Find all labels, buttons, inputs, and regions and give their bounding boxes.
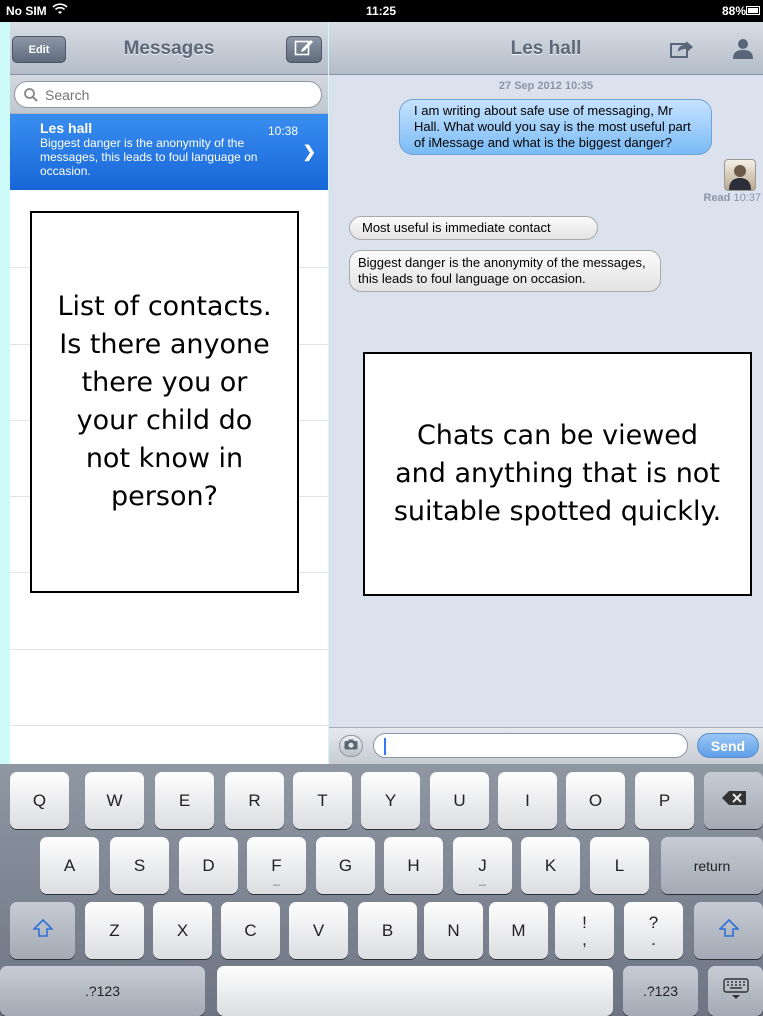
key-v[interactable]: V [289,902,348,959]
key-z[interactable]: Z [85,902,144,959]
wifi-icon [52,2,68,19]
contact-icon[interactable] [732,38,754,65]
key-t[interactable]: T [293,772,352,829]
message-incoming[interactable]: Biggest danger is the anonymity of the m… [349,250,661,292]
message-date: 27 Sep 2012 10:35 [498,80,594,92]
key-d[interactable]: D [179,837,238,894]
search-input[interactable] [43,85,297,104]
key-f[interactable]: F _ [247,837,306,894]
backspace-key[interactable] [704,772,763,829]
shift-key-left[interactable] [10,902,75,959]
on-screen-keyboard: Q W E R T Y U I O P A S D F _ G H J _ K L … [0,764,763,1016]
key-i[interactable]: I [498,772,557,829]
return-key[interactable]: return [661,837,763,894]
key-h[interactable]: H [384,837,443,894]
text-caret [384,738,386,755]
shift-icon [31,918,54,942]
message-input-bar: Send [329,727,763,764]
compose-icon [294,38,314,61]
key-p[interactable]: P [635,772,694,829]
space-key[interactable] [217,966,613,1016]
search-bar [10,75,328,114]
carrier-label: No SIM [6,4,47,18]
conversation-name: Les hall [40,120,93,136]
share-icon[interactable] [670,40,694,63]
numbers-key-right[interactable]: .?123 [623,966,698,1016]
conversation-preview: Biggest danger is the anonymity of the m… [40,136,258,178]
annotation-chats: Chats can be viewed and anything that is… [363,352,752,596]
status-bar: No SIM 11:25 88% [0,0,763,22]
numbers-key-left[interactable]: .?123 [0,966,205,1016]
key-l[interactable]: L [590,837,649,894]
row-divider [10,649,328,650]
annotation-contacts: List of contacts. Is there anyone there … [30,211,299,593]
send-button[interactable]: Send [697,733,759,758]
camera-icon [344,737,358,755]
key-n[interactable]: N [424,902,483,959]
key-w[interactable]: W [85,772,144,829]
key-j[interactable]: J _ [453,837,512,894]
key-question-period[interactable]: ?. [624,902,683,959]
chat-nav-bar: Les hall [329,22,763,75]
key-r[interactable]: R [225,772,284,829]
key-o[interactable]: O [566,772,625,829]
key-exclamation-comma[interactable]: !, [555,902,614,959]
backspace-icon [721,790,747,811]
sidebar-title: Messages [123,38,215,59]
key-m[interactable]: M [489,902,548,959]
key-k[interactable]: K [521,837,580,894]
message-input[interactable] [373,733,688,758]
key-y[interactable]: Y [361,772,420,829]
search-icon [23,87,39,103]
key-u[interactable]: U [430,772,489,829]
sidebar-nav-bar: Edit Messages [10,22,328,75]
conversation-row-selected[interactable]: Les hall 10:38 Biggest danger is the ano… [10,114,328,190]
message-incoming[interactable]: Most useful is immediate contact [349,216,598,240]
search-field[interactable] [14,81,322,108]
key-a[interactable]: A [40,837,99,894]
key-g[interactable]: G [316,837,375,894]
key-x[interactable]: X [153,902,212,959]
battery-percent: 88% [722,4,747,18]
compose-button[interactable] [286,36,322,63]
row-divider [10,725,328,726]
key-s[interactable]: S [110,837,169,894]
status-time: 11:25 [366,4,397,18]
read-receipt: Read 10:37 [703,192,762,204]
chevron-right-icon: ❯ [302,144,316,161]
camera-button[interactable] [339,735,363,757]
avatar [724,159,756,191]
key-b[interactable]: B [358,902,417,959]
hide-keyboard-key[interactable] [708,966,763,1016]
battery-icon [746,6,760,15]
keyboard-icon [722,977,749,1005]
key-q[interactable]: Q [10,772,69,829]
key-c[interactable]: C [221,902,280,959]
shift-icon [717,918,740,942]
chat-title: Les hall [510,38,582,59]
message-outgoing[interactable]: I am writing about safe use of messaging… [399,99,712,155]
shift-key-right[interactable] [694,902,763,959]
key-e[interactable]: E [155,772,214,829]
